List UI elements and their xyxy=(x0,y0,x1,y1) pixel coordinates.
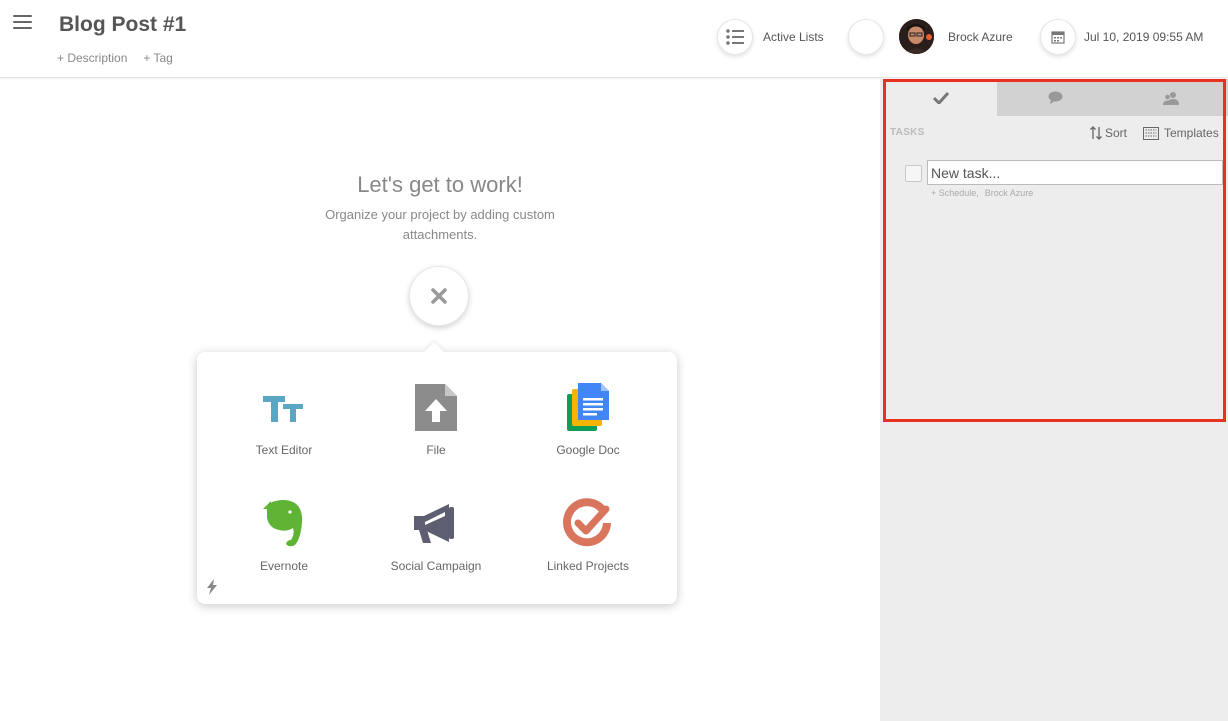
active-lists-label[interactable]: Active Lists xyxy=(763,30,824,44)
templates-label: Templates xyxy=(1164,126,1219,140)
user-name[interactable]: Brock Azure xyxy=(948,30,1013,44)
attachments-popup: Text Editor File Google Doc Evernote Soc… xyxy=(197,342,677,604)
meta-links: + Description + Tag xyxy=(57,51,189,65)
sort-label: Sort xyxy=(1105,126,1128,140)
attachment-label: Evernote xyxy=(259,559,309,573)
empty-state-subtext: Organize your project by adding custom a… xyxy=(325,207,555,242)
tab-tasks[interactable] xyxy=(885,79,997,116)
attachment-label: Social Campaign xyxy=(390,559,482,573)
status-circle-button[interactable] xyxy=(848,19,884,55)
sort-icon xyxy=(1090,126,1102,140)
add-tag-link[interactable]: + Tag xyxy=(143,51,172,65)
tab-members[interactable] xyxy=(1113,79,1228,116)
text-editor-icon xyxy=(263,396,303,422)
empty-state-heading: Let's get to work! xyxy=(357,172,523,197)
hamburger-menu-icon[interactable] xyxy=(13,15,32,29)
lightning-icon[interactable] xyxy=(206,579,218,595)
schedule-link[interactable]: + Schedule, xyxy=(931,188,979,198)
attachment-label: File xyxy=(426,443,446,457)
active-lists-button[interactable] xyxy=(717,19,753,55)
page-title[interactable]: Blog Post #1 xyxy=(59,13,186,37)
attachment-text-editor[interactable]: Text Editor xyxy=(208,352,360,462)
avatar[interactable] xyxy=(899,19,934,54)
attachment-evernote[interactable]: Evernote xyxy=(208,468,360,578)
calendar-icon xyxy=(1051,31,1065,44)
tasks-heading: TASKS xyxy=(890,127,925,138)
templates-icon xyxy=(1143,126,1159,140)
tasks-sidebar: TASKS Sort Templates + Schedule, Brock Az… xyxy=(880,79,1228,721)
close-icon xyxy=(431,288,447,304)
attachment-label: Text Editor xyxy=(255,443,313,457)
megaphone-icon xyxy=(414,504,454,543)
users-icon xyxy=(1162,91,1179,105)
attachment-google-doc[interactable]: Google Doc xyxy=(512,352,664,462)
calendar-button[interactable] xyxy=(1040,19,1076,55)
templates-button[interactable]: Templates xyxy=(1143,126,1219,140)
new-task-input[interactable] xyxy=(927,160,1223,185)
list-icon xyxy=(726,29,744,45)
sidebar-tabs xyxy=(885,79,1228,116)
sort-button[interactable]: Sort xyxy=(1090,126,1127,140)
attachment-label: Linked Projects xyxy=(546,559,630,573)
main-content: Let's get to work! Organize your project… xyxy=(0,79,880,721)
file-upload-icon xyxy=(415,384,457,431)
add-description-link[interactable]: + Description xyxy=(57,51,127,65)
header: Blog Post #1 + Description + Tag Active L… xyxy=(0,0,1228,78)
close-attachments-button[interactable] xyxy=(409,266,469,326)
evernote-icon xyxy=(263,500,303,547)
datetime-label[interactable]: Jul 10, 2019 09:55 AM xyxy=(1084,30,1203,44)
new-task-checkbox[interactable] xyxy=(905,165,922,182)
attachment-linked-projects[interactable]: Linked Projects xyxy=(512,468,664,578)
attachment-social-campaign[interactable]: Social Campaign xyxy=(360,468,512,578)
tab-comments[interactable] xyxy=(997,79,1113,116)
assignee-link[interactable]: Brock Azure xyxy=(985,188,1034,198)
checkmark-icon xyxy=(933,91,949,104)
attachment-file[interactable]: File xyxy=(360,352,512,462)
linked-projects-icon xyxy=(563,498,611,547)
avatar-image xyxy=(899,19,934,54)
comment-icon xyxy=(1048,91,1062,104)
attachment-label: Google Doc xyxy=(556,443,620,457)
google-doc-icon xyxy=(567,383,609,431)
task-meta: + Schedule, Brock Azure xyxy=(931,188,1039,198)
